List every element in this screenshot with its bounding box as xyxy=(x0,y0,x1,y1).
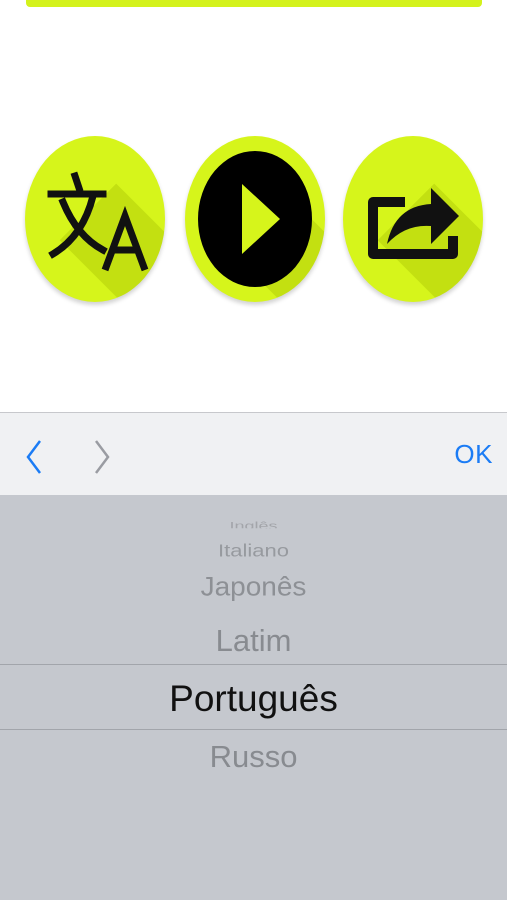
ok-button[interactable]: OK xyxy=(454,439,493,470)
share-button[interactable] xyxy=(343,136,483,302)
selection-divider-top xyxy=(0,664,507,665)
picker-item-selected[interactable]: Português xyxy=(0,678,507,720)
top-accent-bar xyxy=(26,0,482,7)
play-icon xyxy=(198,151,312,287)
picker-item[interactable]: Italiano xyxy=(0,541,507,562)
picker-item[interactable]: Latim xyxy=(0,623,507,659)
picker-item[interactable]: Inglês xyxy=(0,520,507,528)
chevron-right-icon[interactable] xyxy=(82,437,122,477)
translate-icon xyxy=(47,171,149,272)
chevron-left-icon[interactable] xyxy=(16,437,56,477)
picker-item[interactable]: Japonês xyxy=(0,572,507,602)
translate-button[interactable] xyxy=(25,136,165,302)
selection-divider-bottom xyxy=(0,729,507,730)
language-picker[interactable]: Inglês Italiano Japonês Latim Português … xyxy=(0,495,507,900)
play-button[interactable] xyxy=(185,136,325,302)
picker-item[interactable]: Russo xyxy=(0,739,507,775)
share-icon xyxy=(368,188,459,259)
picker-toolbar: OK xyxy=(0,412,507,496)
